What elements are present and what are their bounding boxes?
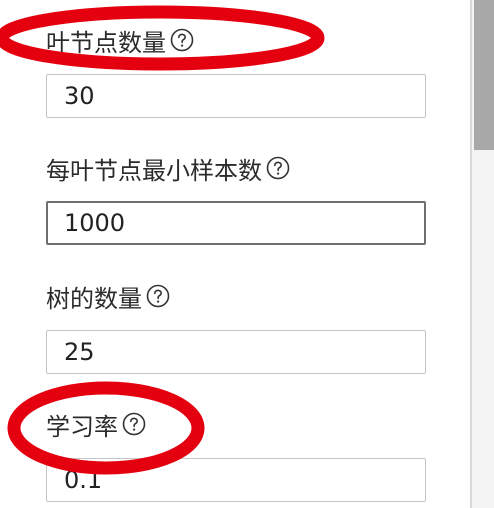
- scrollbar-thumb[interactable]: [474, 0, 494, 150]
- question-circle-icon[interactable]: [170, 28, 194, 52]
- leaf-count-label: 叶节点数量: [46, 28, 166, 57]
- question-circle-icon[interactable]: [266, 156, 290, 180]
- learning-rate-input[interactable]: [46, 458, 426, 502]
- min-samples-input[interactable]: [46, 201, 426, 245]
- leaf-count-label-row: 叶节点数量: [46, 22, 194, 58]
- question-circle-icon[interactable]: [146, 284, 170, 308]
- tree-count-label-row: 树的数量: [46, 278, 170, 314]
- learning-rate-label-row: 学习率: [46, 406, 146, 442]
- min-samples-label-row: 每叶节点最小样本数: [46, 150, 290, 186]
- tree-count-input[interactable]: [46, 330, 426, 374]
- learning-rate-label: 学习率: [46, 412, 118, 441]
- parameter-panel: 叶节点数量 每叶节点最小样本数 树的数量 学习率: [0, 0, 494, 508]
- tree-count-label: 树的数量: [46, 284, 142, 313]
- min-samples-label: 每叶节点最小样本数: [46, 156, 262, 185]
- leaf-count-input[interactable]: [46, 74, 426, 118]
- question-circle-icon[interactable]: [122, 412, 146, 436]
